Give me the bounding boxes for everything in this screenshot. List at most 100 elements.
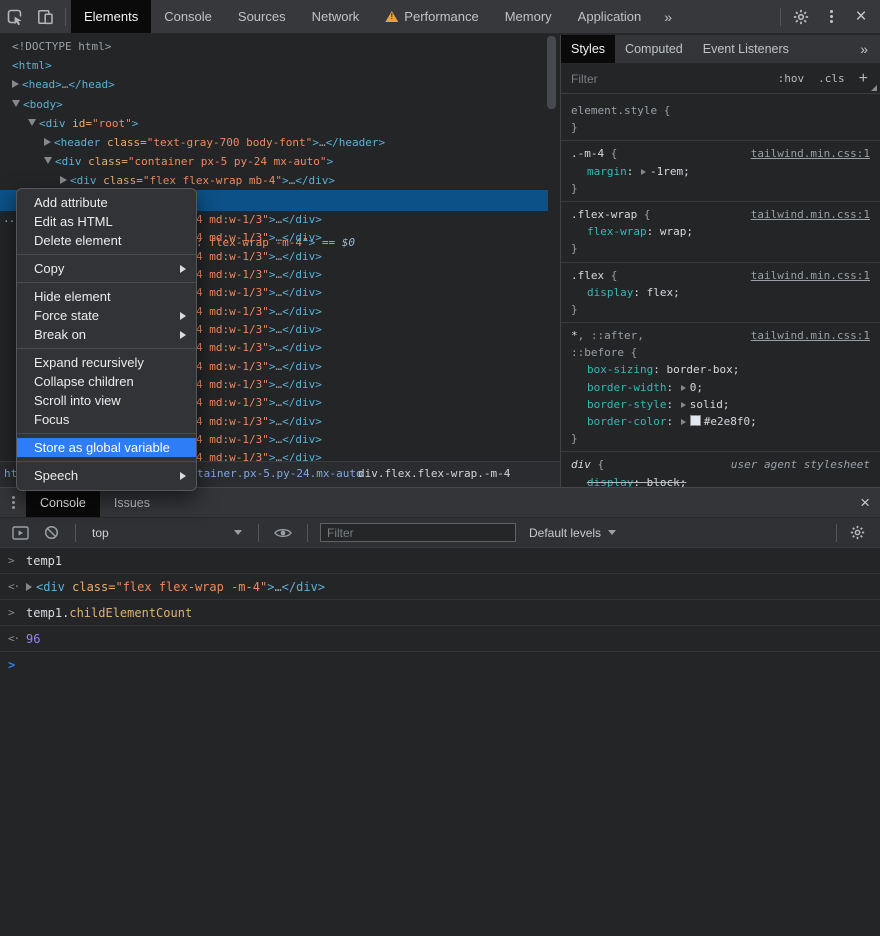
dom-tree-row[interactable]: <div id="root"> <box>0 114 548 133</box>
color-swatch[interactable] <box>690 415 701 426</box>
tab-performance[interactable]: !Performance <box>372 0 491 33</box>
expand-longhand-icon[interactable] <box>681 419 686 425</box>
expand-arrow-icon[interactable] <box>26 583 32 591</box>
css-property-name: display <box>587 476 633 487</box>
expand-longhand-icon[interactable] <box>681 402 686 408</box>
breadcrumb-container-div[interactable]: tainer.px-5.py-24.mx-auto <box>197 462 363 486</box>
console-sidebar-toggle-icon[interactable] <box>8 520 32 546</box>
menu-item-expand-recursively[interactable]: Expand recursively <box>17 353 196 372</box>
styles-tab-event-listeners[interactable]: Event Listeners <box>693 35 799 63</box>
expand-longhand-icon[interactable] <box>641 169 646 175</box>
dom-tree-row[interactable]: <head>…</head> <box>0 75 548 94</box>
live-expression-eye-icon[interactable] <box>271 520 295 546</box>
tab-label: Console <box>164 9 212 24</box>
tab-memory[interactable]: Memory <box>492 0 565 33</box>
menu-item-copy[interactable]: Copy <box>17 259 196 278</box>
css-declaration[interactable]: margin: -1rem; <box>561 163 880 180</box>
console-prompt-row[interactable]: > <box>0 652 880 677</box>
menu-item-collapse-children[interactable]: Collapse children <box>17 372 196 391</box>
drawer-tab-issues[interactable]: Issues <box>100 488 164 517</box>
dom-tree-row[interactable]: <!DOCTYPE html> <box>0 37 548 56</box>
tab-elements[interactable]: Elements <box>71 0 151 33</box>
menu-item-hide-element[interactable]: Hide element <box>17 287 196 306</box>
drawer-tab-console[interactable]: Console <box>26 488 100 517</box>
expand-arrow-icon[interactable] <box>60 176 67 184</box>
element-classes-button[interactable]: .cls <box>818 72 845 85</box>
collapse-arrow-icon[interactable] <box>12 100 20 107</box>
close-drawer-button[interactable]: × <box>860 488 870 517</box>
more-styles-tabs-button[interactable]: » <box>854 35 880 63</box>
dom-tree-row[interactable]: <header class="text-gray-700 body-font">… <box>0 133 548 152</box>
rule-selector-line[interactable]: .-m-4 { tailwind.min.css:1 <box>561 145 880 162</box>
expand-arrow-icon[interactable] <box>44 138 51 146</box>
menu-item-break-on[interactable]: Break on <box>17 325 196 344</box>
menu-item-force-state[interactable]: Force state <box>17 306 196 325</box>
stylesheet-link[interactable]: tailwind.min.css:1 <box>751 206 870 223</box>
declaration-text: border-width: 0; <box>587 381 703 394</box>
menu-item-add-attribute[interactable]: Add attribute <box>17 193 196 212</box>
menu-item-store-as-global-variable[interactable]: Store as global variable <box>17 438 196 457</box>
rule-selector-line[interactable]: ::before { <box>561 344 880 361</box>
css-declaration[interactable]: border-color: #e2e8f0; <box>561 413 880 430</box>
tab-sources[interactable]: Sources <box>225 0 299 33</box>
expand-longhand-icon[interactable] <box>681 385 686 391</box>
selector-text: .-m-4 { <box>571 145 617 162</box>
rule-selector-line[interactable]: *, ::after,tailwind.min.css:1 <box>561 327 880 344</box>
toolbar-divider <box>75 524 76 542</box>
styles-filter-input[interactable] <box>569 71 778 87</box>
device-toolbar-icon[interactable] <box>30 4 60 30</box>
dom-tree-row[interactable]: <div class="container px-5 py-24 mx-auto… <box>0 152 548 171</box>
tab-network[interactable]: Network <box>299 0 373 33</box>
stylesheet-link[interactable]: tailwind.min.css:1 <box>751 145 870 162</box>
code-token: </div> <box>282 341 322 354</box>
code-token: </div> <box>282 323 322 336</box>
css-declaration[interactable]: display: block; <box>561 474 880 487</box>
css-declaration[interactable]: display: flex; <box>561 284 880 301</box>
console-settings-gear-icon[interactable] <box>842 520 872 546</box>
stylesheet-link[interactable]: tailwind.min.css:1 <box>751 327 870 344</box>
clear-console-icon[interactable] <box>39 520 63 546</box>
kebab-menu-icon[interactable] <box>816 4 846 30</box>
console-filter-input[interactable] <box>320 523 516 542</box>
log-levels-dropdown[interactable]: Default levels <box>529 526 616 540</box>
toggle-element-state-button[interactable]: :hov <box>778 72 805 85</box>
dom-tree-row[interactable]: <html> <box>0 56 548 75</box>
collapse-arrow-icon[interactable] <box>44 157 52 164</box>
dom-tree-row[interactable]: <body> <box>0 95 548 114</box>
css-declaration[interactable]: border-width: 0; <box>561 379 880 396</box>
expand-arrow-icon[interactable] <box>12 80 19 88</box>
rule-selector-line[interactable]: .flex {tailwind.min.css:1 <box>561 267 880 284</box>
rule-selector-line[interactable]: div {user agent stylesheet <box>561 456 880 473</box>
menu-item-speech[interactable]: Speech <box>17 466 196 485</box>
collapse-arrow-icon[interactable] <box>28 119 36 126</box>
rule-selector-line[interactable]: element.style { <box>561 102 880 119</box>
drawer-menu-icon[interactable] <box>0 488 26 517</box>
code-token: .flex <box>571 269 604 282</box>
css-declaration[interactable]: border-style: solid; <box>561 396 880 413</box>
menu-item-delete-element[interactable]: Delete element <box>17 231 196 250</box>
close-devtools-button[interactable]: × <box>846 4 876 30</box>
styles-tab-computed[interactable]: Computed <box>615 35 693 63</box>
css-declaration[interactable]: flex-wrap: wrap; <box>561 223 880 240</box>
code-token: "root" <box>92 117 132 130</box>
more-panels-button[interactable]: » <box>654 9 682 25</box>
new-style-rule-button[interactable]: + <box>859 71 868 87</box>
css-property-value: block <box>647 476 680 487</box>
menu-item-scroll-into-view[interactable]: Scroll into view <box>17 391 196 410</box>
css-declaration[interactable]: box-sizing: border-box; <box>561 361 880 378</box>
elements-scrollbar-thumb[interactable] <box>547 36 556 109</box>
inspect-element-icon[interactable] <box>0 4 30 30</box>
menu-item-label: Delete element <box>34 231 121 250</box>
settings-gear-icon[interactable] <box>786 4 816 30</box>
rule-selector-line[interactable]: .flex-wrap {tailwind.min.css:1 <box>561 206 880 223</box>
tab-label: Network <box>312 9 360 24</box>
tab-application[interactable]: Application <box>565 0 655 33</box>
tab-console[interactable]: Console <box>151 0 225 33</box>
javascript-context-selector[interactable]: top <box>88 526 246 540</box>
styles-tab-styles[interactable]: Styles <box>561 35 615 63</box>
stylesheet-link[interactable]: tailwind.min.css:1 <box>751 267 870 284</box>
stylesheet-link[interactable]: user agent stylesheet <box>731 456 870 473</box>
menu-item-focus[interactable]: Focus <box>17 410 196 429</box>
menu-item-edit-as-html[interactable]: Edit as HTML <box>17 212 196 231</box>
breadcrumb-selected-div[interactable]: div.flex.flex-wrap.-m-4 <box>358 462 510 486</box>
